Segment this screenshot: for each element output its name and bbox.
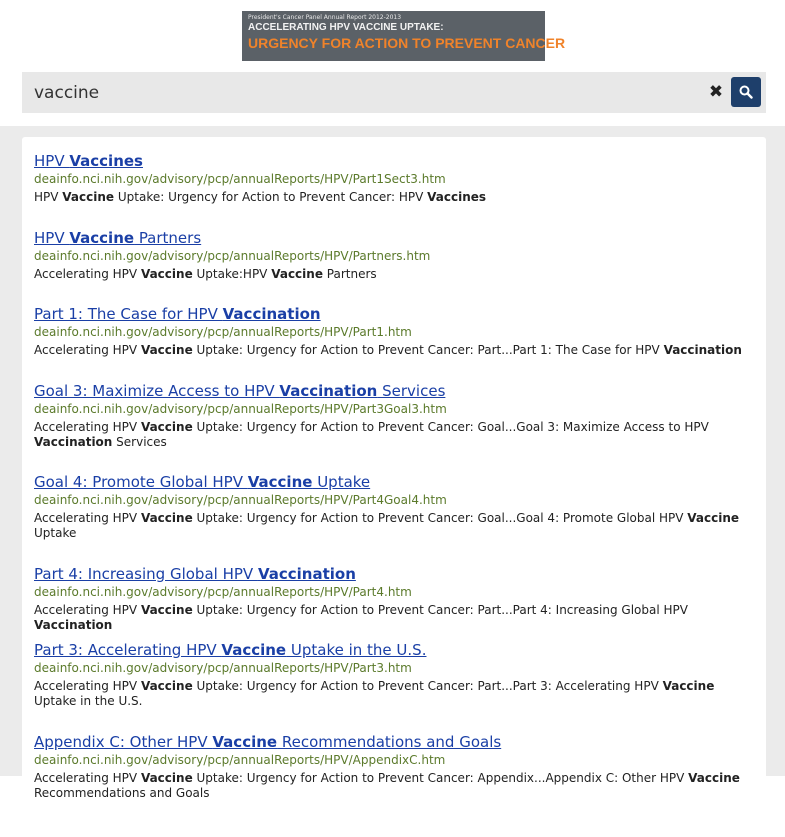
result-title-link[interactable]: Part 3: Accelerating HPV Vaccine Uptake … [34,640,759,660]
search-result: Goal 3: Maximize Access to HPV Vaccinati… [34,381,759,450]
result-snippet: Accelerating HPV Vaccine Uptake: Urgency… [34,603,688,632]
page-header: President's Cancer Panel Annual Report 2… [0,0,785,126]
result-url: deainfo.nci.nih.gov/advisory/pcp/annualR… [34,249,431,263]
result-url: deainfo.nci.nih.gov/advisory/pcp/annualR… [34,325,412,339]
report-banner: President's Cancer Panel Annual Report 2… [242,11,566,61]
results-panel: HPV Vaccines deainfo.nci.nih.gov/advisor… [22,137,766,837]
banner-kicker: President's Cancer Panel Annual Report 2… [248,14,402,21]
result-snippet: Accelerating HPV Vaccine Uptake: Urgency… [34,679,715,708]
result-snippet: Accelerating HPV Vaccine Uptake: Urgency… [34,343,742,357]
clear-search-button[interactable]: ✖ [708,82,724,102]
result-url: deainfo.nci.nih.gov/advisory/pcp/annualR… [34,661,412,675]
search-result: Appendix C: Other HPV Vaccine Recommenda… [34,732,759,801]
result-snippet: Accelerating HPV Vaccine Uptake: Urgency… [34,511,740,540]
search-button[interactable] [731,77,761,107]
result-snippet: Accelerating HPV Vaccine Uptake:HPV Vacc… [34,267,377,281]
search-input[interactable] [22,72,712,113]
search-result: Part 3: Accelerating HPV Vaccine Uptake … [34,640,759,709]
search-bar: ✖ [22,72,766,113]
banner-title-line2: URGENCY FOR ACTION TO PREVENT CANCER [248,35,566,51]
close-icon: ✖ [708,82,724,102]
search-result: Part 1: The Case for HPV Vaccination dea… [34,304,759,358]
search-result: Part 4: Increasing Global HPV Vaccinatio… [34,564,759,633]
search-result: Goal 4: Promote Global HPV Vaccine Uptak… [34,472,759,541]
result-title-link[interactable]: Appendix C: Other HPV Vaccine Recommenda… [34,732,759,752]
result-title-link[interactable]: Goal 3: Maximize Access to HPV Vaccinati… [34,381,759,401]
result-url: deainfo.nci.nih.gov/advisory/pcp/annualR… [34,753,446,767]
result-url: deainfo.nci.nih.gov/advisory/pcp/annualR… [34,493,447,507]
banner-title-line1: ACCELERATING HPV VACCINE UPTAKE: [248,22,444,33]
result-url: deainfo.nci.nih.gov/advisory/pcp/annualR… [34,585,412,599]
result-title-link[interactable]: HPV Vaccines [34,151,759,171]
result-title-link[interactable]: Part 1: The Case for HPV Vaccination [34,304,759,324]
result-url: deainfo.nci.nih.gov/advisory/pcp/annualR… [34,172,446,186]
search-result: HPV Vaccines deainfo.nci.nih.gov/advisor… [34,151,759,205]
result-url: deainfo.nci.nih.gov/advisory/pcp/annualR… [34,402,447,416]
result-title-link[interactable]: HPV Vaccine Partners [34,228,759,248]
results-area: HPV Vaccines deainfo.nci.nih.gov/advisor… [0,126,785,837]
result-snippet: HPV Vaccine Uptake: Urgency for Action t… [34,190,487,204]
search-icon [739,85,753,99]
search-result: HPV Vaccine Partners deainfo.nci.nih.gov… [34,228,759,282]
result-title-link[interactable]: Part 4: Increasing Global HPV Vaccinatio… [34,564,759,584]
result-title-link[interactable]: Goal 4: Promote Global HPV Vaccine Uptak… [34,472,759,492]
result-snippet: Accelerating HPV Vaccine Uptake: Urgency… [34,420,709,449]
